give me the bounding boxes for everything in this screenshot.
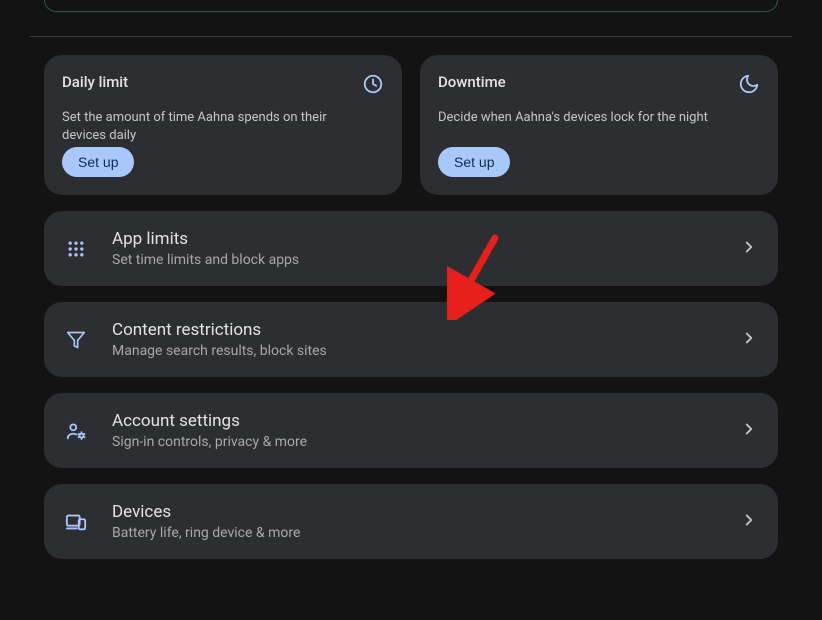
account-settings-title: Account settings (112, 411, 716, 431)
daily-limit-card[interactable]: Daily limit Set the amount of time Aahna… (44, 55, 402, 195)
filter-icon (64, 328, 88, 352)
daily-limit-title: Daily limit (62, 73, 128, 91)
clock-icon (362, 73, 384, 99)
chevron-right-icon (740, 238, 758, 260)
daily-limit-setup-button[interactable]: Set up (62, 147, 134, 177)
controls-list: App limits Set time limits and block app… (44, 211, 778, 559)
chevron-right-icon (740, 329, 758, 351)
chevron-right-icon (740, 511, 758, 533)
downtime-card[interactable]: Downtime Decide when Aahna's devices loc… (420, 55, 778, 195)
apps-grid-icon (64, 237, 88, 261)
section-divider (30, 36, 792, 37)
devices-item[interactable]: Devices Battery life, ring device & more (44, 484, 778, 559)
account-settings-sub: Sign-in controls, privacy & more (112, 434, 716, 450)
downtime-setup-button[interactable]: Set up (438, 147, 510, 177)
daily-limit-desc: Set the amount of time Aahna spends on t… (62, 109, 362, 144)
devices-title: Devices (112, 502, 716, 522)
content-restrictions-item[interactable]: Content restrictions Manage search resul… (44, 302, 778, 377)
chevron-right-icon (740, 420, 758, 442)
downtime-title: Downtime (438, 73, 506, 91)
content-restrictions-sub: Manage search results, block sites (112, 343, 716, 359)
app-limits-sub: Set time limits and block apps (112, 252, 716, 268)
content-restrictions-title: Content restrictions (112, 320, 716, 340)
screen-time-cards: Daily limit Set the amount of time Aahna… (44, 55, 778, 195)
app-limits-item[interactable]: App limits Set time limits and block app… (44, 211, 778, 286)
devices-icon (64, 510, 88, 534)
downtime-desc: Decide when Aahna's devices lock for the… (438, 109, 738, 127)
app-limits-title: App limits (112, 229, 716, 249)
moon-icon (738, 73, 760, 99)
profile-card-outline (44, 0, 778, 12)
devices-sub: Battery life, ring device & more (112, 525, 716, 541)
account-gear-icon (64, 419, 88, 443)
account-settings-item[interactable]: Account settings Sign-in controls, priva… (44, 393, 778, 468)
